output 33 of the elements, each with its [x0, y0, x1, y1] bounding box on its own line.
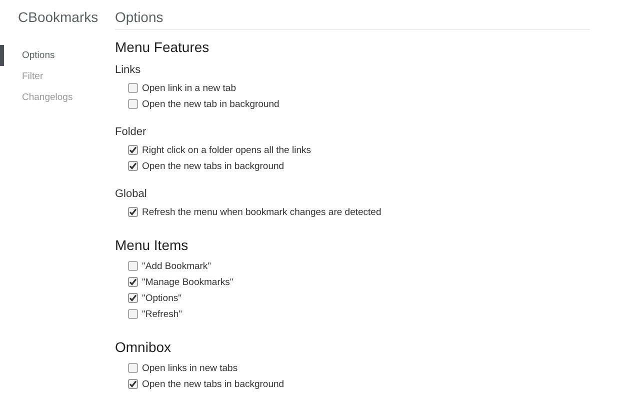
checkbox[interactable]: [128, 83, 138, 93]
section-heading: Menu Items: [115, 236, 190, 255]
checkbox[interactable]: [128, 309, 138, 319]
checkbox-label: "Add Bookmark": [142, 260, 212, 272]
sidebar-item[interactable]: Filter: [0, 66, 115, 87]
section-heading: Menu Features: [115, 38, 210, 57]
checkbox[interactable]: [128, 277, 138, 287]
checkbox-label: Right click on a folder opens all the links: [142, 144, 311, 156]
checkbox[interactable]: [128, 145, 138, 155]
checkbox[interactable]: [128, 293, 138, 303]
checkbox-label: Refresh the menu when bookmark changes are detected: [142, 206, 382, 218]
group-heading: Folder: [115, 125, 148, 140]
section-heading: Omnibox: [115, 338, 172, 357]
checkbox-label: Open the new tabs in background: [142, 378, 284, 390]
checkbox-label: Open link in a new tab: [142, 82, 236, 94]
checkbox-label: Open links in new tabs: [142, 362, 238, 374]
checkbox[interactable]: [128, 207, 138, 217]
checkbox-label: "Manage Bookmarks": [142, 276, 234, 288]
checkbox-label: Open the new tabs in background: [142, 160, 284, 172]
checkbox[interactable]: [128, 99, 138, 109]
sidebar-item[interactable]: Changelogs: [0, 87, 115, 108]
checkbox[interactable]: [128, 161, 138, 171]
checkbox[interactable]: [128, 363, 138, 373]
checkbox-label: "Refresh": [142, 308, 182, 320]
group-heading: Global: [115, 187, 148, 202]
checkbox[interactable]: [128, 379, 138, 389]
sidebar-item[interactable]: Options: [0, 45, 115, 66]
app-title: CBookmarks: [17, 8, 100, 27]
checkbox-label: "Options": [142, 292, 182, 304]
checkbox-label: Open the new tab in background: [142, 98, 280, 110]
checkbox[interactable]: [128, 261, 138, 271]
page-title: Options: [115, 0, 590, 30]
group-heading: Links: [115, 63, 142, 78]
